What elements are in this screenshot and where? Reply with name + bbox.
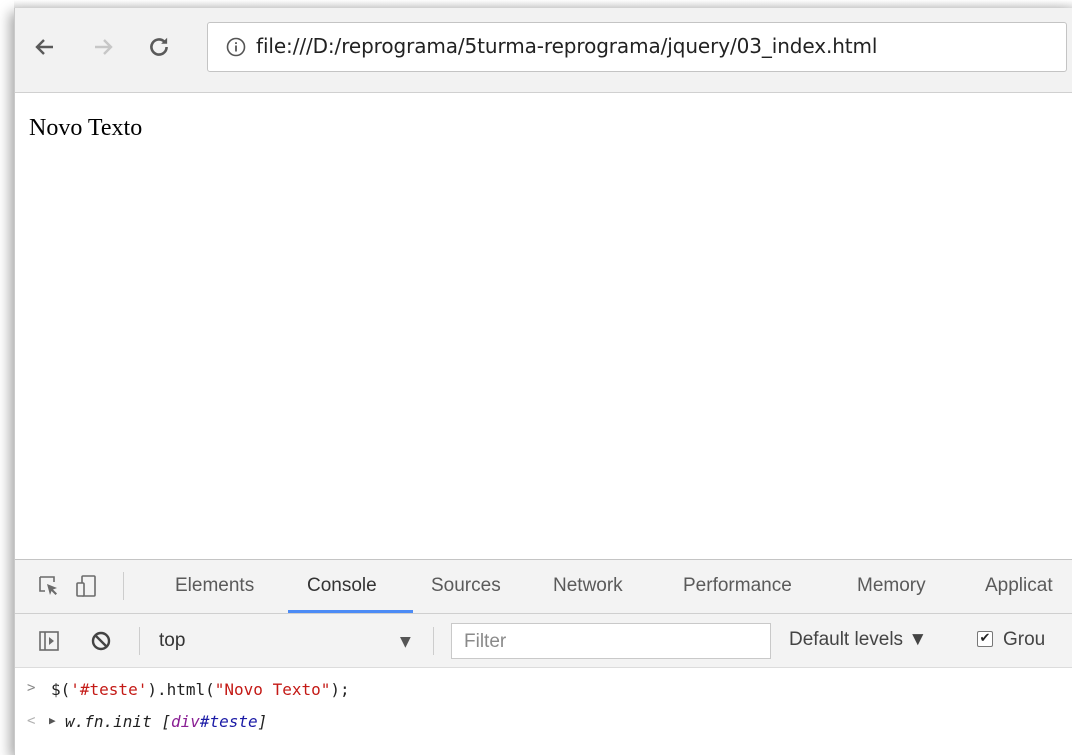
reload-icon [150,37,168,56]
result-arrow-icon: < [27,713,36,729]
context-dropdown-icon[interactable]: ▼ [400,634,411,650]
toolbar-divider [433,627,434,655]
inspect-element-icon[interactable] [37,574,61,598]
address-bar[interactable]: file:///D:/reprograma/5turma-reprograma/… [207,22,1067,72]
forward-arrow-icon [95,39,113,55]
browser-toolbar: file:///D:/reprograma/5turma-reprograma/… [15,8,1072,93]
tab-performance[interactable]: Performance [683,575,792,597]
code-fragment: ); [330,680,350,699]
reload-button[interactable] [143,31,175,63]
clear-console-icon[interactable] [89,629,113,653]
input-prompt-icon: > [27,680,36,696]
console-toolbar: top ▼ Default levels ▼ ✔ Grou [15,614,1072,668]
result-id: #teste [199,712,258,731]
filter-field[interactable] [451,623,771,659]
code-string: "Novo Texto" [214,680,331,699]
console-input-line: > $('#teste').html("Novo Texto"); [15,674,1072,704]
code-fragment: ).html( [147,680,215,699]
group-similar-label: Grou [1003,629,1046,650]
page-viewport: Novo Texto [15,93,1072,559]
active-tab-indicator [288,610,413,613]
context-selector[interactable]: top [159,630,185,652]
tab-elements[interactable]: Elements [175,575,254,597]
toolbar-divider [123,572,124,600]
window-shadow [14,0,1072,8]
tab-sources[interactable]: Sources [431,575,501,597]
back-button[interactable] [29,31,61,63]
forward-button[interactable] [87,31,119,63]
device-toolbar-icon[interactable] [75,574,99,598]
show-sidebar-icon[interactable] [37,629,61,653]
result-fragment: ] [257,712,268,731]
back-arrow-icon [35,39,53,55]
info-icon[interactable] [226,37,246,57]
address-url[interactable]: file:///D:/reprograma/5turma-reprograma/… [256,34,877,58]
devtools-panel: Elements Console Sources Network Perform… [15,559,1072,755]
tab-memory[interactable]: Memory [857,575,926,597]
expand-triangle-icon[interactable]: ▶ [49,714,56,727]
result-fragment: w.fn.init [ [65,712,171,731]
browser-window: file:///D:/reprograma/5turma-reprograma/… [14,8,1072,755]
group-similar-checkbox[interactable]: ✔ [977,631,993,647]
devtools-tabbar: Elements Console Sources Network Perform… [15,560,1072,614]
filter-input[interactable] [462,630,766,654]
result-tag: div [170,712,200,731]
toolbar-divider [139,627,140,655]
tab-console[interactable]: Console [307,575,377,597]
code-fragment: $( [51,680,71,699]
console-output: > $('#teste').html("Novo Texto"); < ▶ w.… [15,668,1072,755]
log-levels-dropdown[interactable]: Default levels ▼ [789,629,927,651]
console-result-value[interactable]: w.fn.init [div#teste] [65,712,267,731]
console-result-line[interactable]: < ▶ w.fn.init [div#teste] [15,706,1072,736]
console-input-code: $('#teste').html("Novo Texto"); [51,680,350,699]
tab-application[interactable]: Applicat [985,575,1053,597]
code-string: '#teste' [70,680,148,699]
page-text: Novo Texto [29,115,143,141]
tab-network[interactable]: Network [553,575,623,597]
